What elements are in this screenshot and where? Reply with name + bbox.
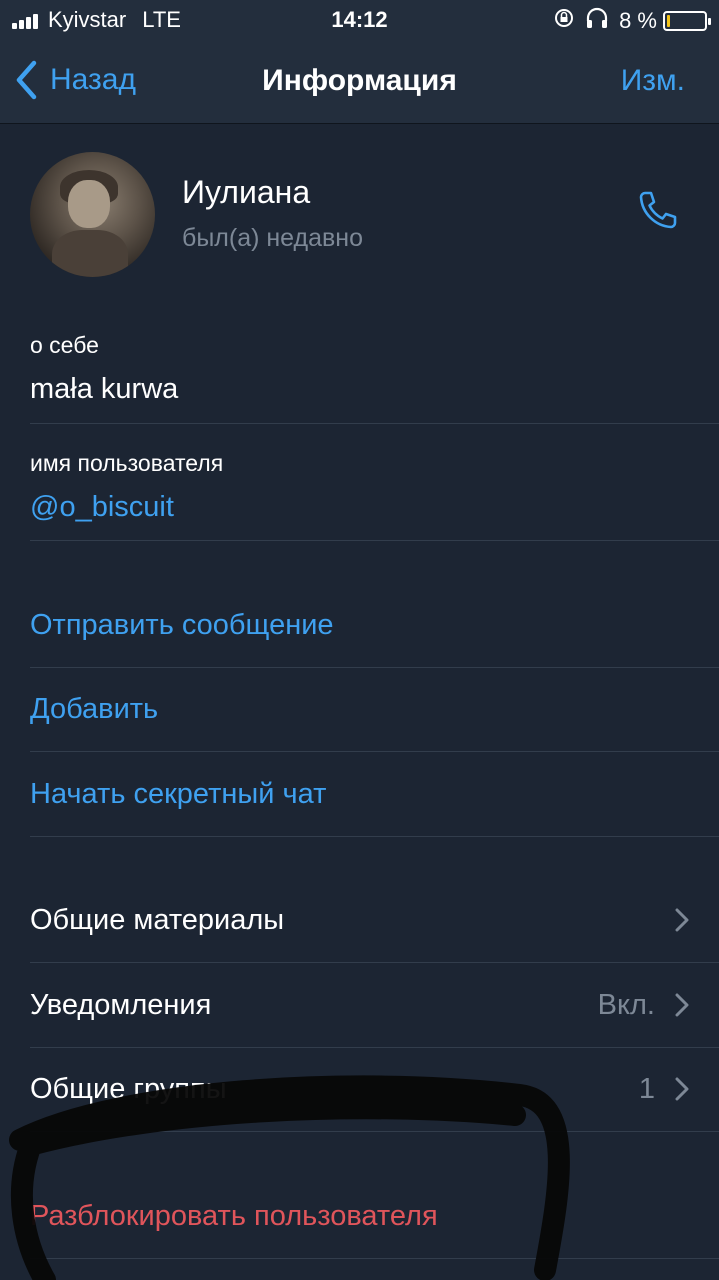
add-contact-button[interactable]: Добавить bbox=[30, 667, 719, 751]
edit-button[interactable]: Изм. bbox=[621, 64, 685, 98]
divider bbox=[30, 1131, 719, 1132]
divider bbox=[30, 836, 719, 837]
status-right: 8 % bbox=[553, 7, 711, 35]
chevron-right-icon bbox=[675, 908, 689, 932]
common-groups-label: Общие группы bbox=[30, 1072, 227, 1105]
battery-icon bbox=[663, 11, 711, 31]
notifications-label: Уведомления bbox=[30, 988, 212, 1021]
shared-media-row[interactable]: Общие материалы bbox=[30, 878, 719, 962]
about-value: mała kurwa bbox=[30, 373, 179, 405]
profile-header: Иулиана был(а) недавно bbox=[30, 152, 690, 280]
chevron-right-icon bbox=[675, 1077, 689, 1101]
screen: Kyivstar LTE 14:12 8 % Назад Информация … bbox=[0, 0, 719, 1280]
battery-percent: 8 % bbox=[619, 8, 657, 33]
username-link[interactable]: @o_biscuit bbox=[30, 491, 719, 524]
divider bbox=[30, 540, 719, 541]
headphones-icon bbox=[585, 7, 609, 35]
notifications-row[interactable]: Уведомления Вкл. bbox=[30, 963, 719, 1047]
profile-name: Иулиана bbox=[182, 174, 311, 210]
unblock-user-button[interactable]: Разблокировать пользователя bbox=[30, 1174, 719, 1258]
shared-media-label: Общие материалы bbox=[30, 903, 285, 936]
start-secret-chat-button[interactable]: Начать секретный чат bbox=[30, 752, 719, 836]
call-button[interactable] bbox=[636, 188, 680, 237]
common-groups-row[interactable]: Общие группы 1 bbox=[30, 1047, 719, 1131]
avatar[interactable] bbox=[30, 152, 155, 277]
common-groups-count: 1 bbox=[638, 1072, 655, 1105]
divider bbox=[30, 423, 719, 424]
last-seen-status: был(а) недавно bbox=[182, 224, 364, 252]
notifications-value: Вкл. bbox=[597, 988, 655, 1021]
username-section: имя пользователя @o_biscuit bbox=[30, 450, 719, 524]
chevron-right-icon bbox=[675, 993, 689, 1017]
rotation-lock-icon bbox=[553, 7, 575, 35]
navigation-bar: Назад Информация Изм. bbox=[0, 40, 719, 124]
send-message-button[interactable]: Отправить сообщение bbox=[30, 583, 719, 667]
battery-fill bbox=[667, 15, 670, 27]
chevron-left-icon bbox=[16, 60, 37, 100]
about-section: о себе mała kurwa bbox=[30, 332, 719, 406]
about-label: о себе bbox=[30, 332, 99, 358]
back-label: Назад bbox=[50, 63, 136, 96]
username-label: имя пользователя bbox=[30, 450, 224, 476]
status-bar: Kyivstar LTE 14:12 8 % bbox=[0, 0, 719, 40]
divider bbox=[30, 1258, 719, 1259]
back-button[interactable]: Назад bbox=[14, 60, 136, 100]
phone-icon bbox=[639, 191, 677, 229]
